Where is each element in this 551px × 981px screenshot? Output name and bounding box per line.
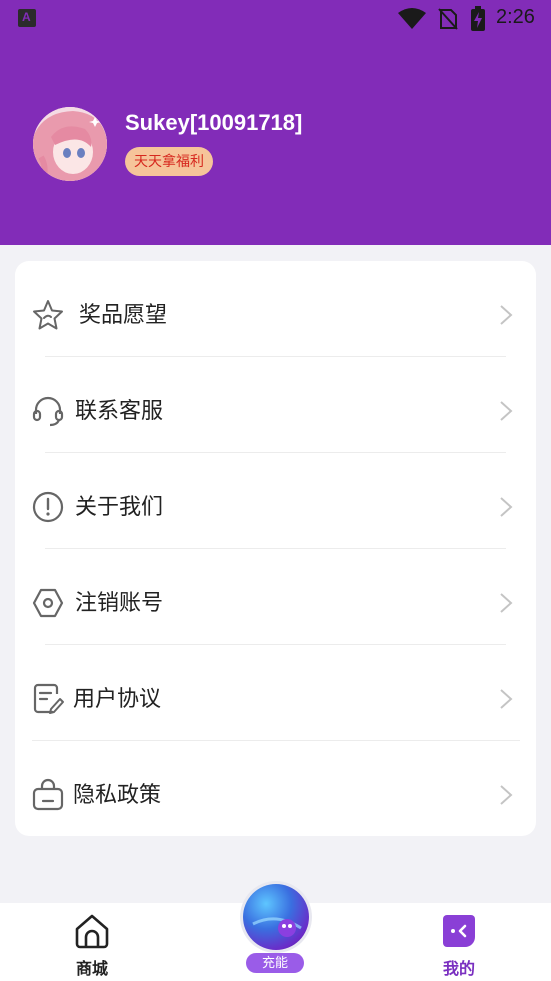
chevron-right-icon [500, 497, 513, 517]
menu-item-label: 关于我们 [75, 494, 164, 519]
chevron-right-icon [500, 593, 513, 613]
menu-item-prize-wish[interactable]: 奖品愿望 [15, 267, 536, 363]
menu-item-label: 隐私政策 [73, 782, 162, 807]
lock-briefcase-icon [32, 778, 64, 811]
tab-home[interactable]: 商城 [32, 903, 152, 981]
planet-icon [252, 917, 302, 937]
headset-icon [32, 396, 64, 427]
chevron-right-icon [500, 401, 513, 421]
status-time: 2:26 [496, 6, 535, 28]
menu-item-customer-service[interactable]: 联系客服 [15, 363, 536, 459]
divider [45, 548, 506, 549]
charge-label[interactable]: 充能 [246, 953, 304, 973]
wifi-icon [398, 8, 426, 29]
divider [45, 356, 506, 357]
menu-item-about-us[interactable]: 关于我们 [15, 459, 536, 555]
tab-home-label: 商城 [75, 961, 108, 978]
menu-item-delete-account[interactable]: 注销账号 [15, 555, 536, 651]
status-bar: 2:26 [0, 0, 551, 36]
menu-card: 奖品愿望 联系客服 关于我们 注销账号 用户协议 隐私政策 [15, 261, 536, 836]
tab-mine[interactable]: 我的 [399, 903, 519, 981]
divider [45, 452, 506, 453]
no-sim-icon [438, 8, 458, 30]
hexagon-nut-icon [32, 588, 64, 618]
info-icon [32, 491, 64, 523]
home-icon [75, 914, 109, 949]
tab-mine-label: 我的 [442, 961, 475, 978]
star-icon [33, 300, 63, 330]
menu-item-label: 联系客服 [75, 398, 164, 423]
charge-orb-button[interactable] [243, 884, 309, 950]
chevron-right-icon [500, 689, 513, 709]
divider [32, 740, 520, 741]
menu-item-privacy-policy[interactable]: 隐私政策 [15, 747, 536, 843]
username: Sukey[10091718] [125, 110, 303, 135]
menu-item-label: 奖品愿望 [79, 302, 168, 327]
mine-face-icon [443, 915, 475, 947]
menu-item-user-agreement[interactable]: 用户协议 [15, 651, 536, 747]
app-notification-icon [18, 9, 36, 27]
battery-charging-icon [471, 6, 485, 31]
avatar-illustration [33, 107, 107, 181]
menu-item-label: 注销账号 [75, 590, 164, 615]
document-edit-icon [33, 683, 64, 714]
divider [45, 644, 506, 645]
chevron-right-icon [500, 785, 513, 805]
welfare-badge[interactable]: 天天拿福利 [125, 147, 213, 176]
menu-item-label: 用户协议 [73, 686, 162, 711]
avatar[interactable] [33, 107, 107, 181]
chevron-right-icon [500, 305, 513, 325]
